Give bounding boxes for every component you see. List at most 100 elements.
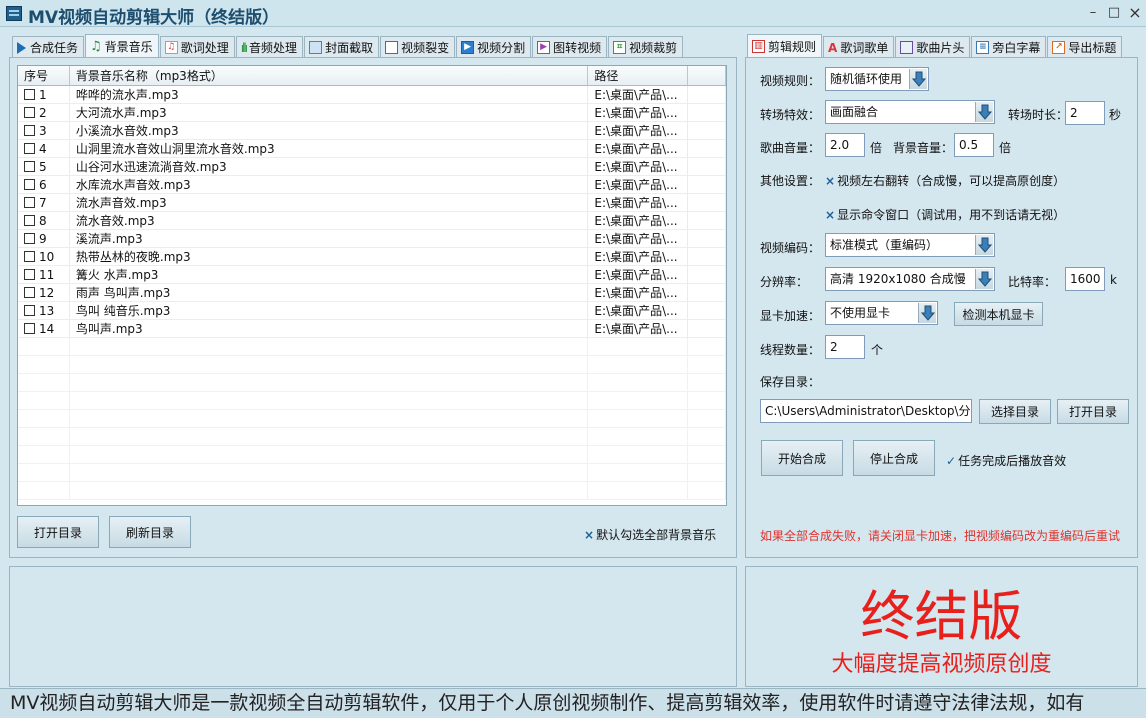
extra-cell: [688, 104, 726, 121]
gpu-acceleration-select[interactable]: 不使用显卡: [825, 301, 938, 325]
extra-cell: [688, 194, 726, 211]
bitrate-input[interactable]: 1600: [1065, 267, 1105, 291]
row-checkbox[interactable]: [24, 143, 35, 154]
play-sound-checkbox[interactable]: ✓ 任务完成后播放音效: [946, 452, 1066, 469]
right-tab-bar: ▥ 剪辑规则 A 歌词歌单 歌曲片头 ≡ 旁白字幕 ↗ 导出标题: [747, 34, 1123, 58]
scrolling-notice: MV视频自动剪辑大师是一款视频全自动剪辑软件，仅用于个人原创视频制作、提高剪辑效…: [0, 688, 1146, 718]
table-row[interactable]: 7 流水声音效.mp3 E:\桌面\产品\...: [18, 194, 726, 212]
row-number-cell: 4: [18, 140, 70, 157]
row-checkbox[interactable]: [24, 161, 35, 172]
music-name-cell: 山洞里流水音效山洞里流水音效.mp3: [70, 140, 589, 157]
tab-narration-subtitle[interactable]: ≡ 旁白字幕: [971, 36, 1047, 58]
row-checkbox[interactable]: [24, 107, 35, 118]
music-name-cell: 热带丛林的夜晚.mp3: [70, 248, 589, 265]
transition-select[interactable]: 画面融合: [825, 100, 995, 124]
table-row[interactable]: 11 篝火 水声.mp3 E:\桌面\产品\...: [18, 266, 726, 284]
tab-lyrics-playlist[interactable]: A 歌词歌单: [823, 36, 895, 58]
tab-background-music[interactable]: ♫ 背景音乐: [85, 34, 159, 58]
row-checkbox[interactable]: [24, 197, 35, 208]
extra-cell: [688, 248, 726, 265]
tab-compose-task[interactable]: 合成任务: [12, 36, 85, 58]
row-checkbox[interactable]: [24, 269, 35, 280]
table-row[interactable]: 2 大河流水声.mp3 E:\桌面\产品\...: [18, 104, 726, 122]
threads-input[interactable]: 2: [825, 335, 865, 359]
song-volume-input[interactable]: 2.0: [825, 133, 865, 157]
dropdown-arrow-icon: [918, 303, 936, 323]
column-header-extra[interactable]: [688, 66, 726, 85]
show-cmd-window-checkbox[interactable]: × 显示命令窗口（调试用，用不到话请无视）: [825, 206, 1065, 223]
tab-cover[interactable]: 封面截取: [304, 36, 380, 58]
row-checkbox[interactable]: [24, 287, 35, 298]
dropdown-arrow-icon: [975, 235, 993, 255]
start-compose-button[interactable]: 开始合成: [761, 440, 843, 476]
row-checkbox[interactable]: [24, 89, 35, 100]
promo-subline: 大幅度提高视频原创度: [831, 652, 1052, 677]
minimize-button[interactable]: –: [1085, 5, 1101, 21]
row-checkbox[interactable]: [24, 215, 35, 226]
crop-icon: ⌗: [613, 41, 627, 54]
music-name-cell: 溪流声.mp3: [70, 230, 589, 247]
video-rule-select[interactable]: 随机循环使用: [825, 67, 929, 91]
music-list[interactable]: 序号 背景音乐名称（mp3格式） 路径 1 哗哗的流水声.mp3 E:\桌面\产品\…: [17, 65, 727, 506]
table-row[interactable]: 5 山谷河水迅速流淌音效.mp3 E:\桌面\产品\...: [18, 158, 726, 176]
select-value: 不使用显卡: [830, 306, 891, 320]
table-row[interactable]: 8 流水音效.mp3 E:\桌面\产品\...: [18, 212, 726, 230]
flip-video-checkbox[interactable]: × 视频左右翻转（合成慢，可以提高原创度）: [825, 172, 1065, 189]
encode-select[interactable]: 标准模式（重编码）: [825, 233, 995, 257]
tab-edit-rules[interactable]: ▥ 剪辑规则: [747, 34, 823, 58]
table-row[interactable]: 1 哗哗的流水声.mp3 E:\桌面\产品\...: [18, 86, 726, 104]
table-row[interactable]: 12 雨声 鸟叫声.mp3 E:\桌面\产品\...: [18, 284, 726, 302]
document-icon: ≡: [976, 41, 990, 54]
detect-gpu-button[interactable]: 检测本机显卡: [954, 302, 1043, 326]
tab-video-crop[interactable]: ⌗ 视频裁剪: [608, 36, 684, 58]
row-number-cell: 11: [18, 266, 70, 283]
music-note-icon: ♫: [90, 39, 102, 54]
row-checkbox[interactable]: [24, 305, 35, 316]
tab-lyrics[interactable]: ♫ 歌词处理: [159, 36, 235, 58]
tab-export-title[interactable]: ↗ 导出标题: [1047, 36, 1123, 58]
refresh-directory-button[interactable]: 刷新目录: [109, 516, 191, 548]
table-row[interactable]: 13 鸟叫 纯音乐.mp3 E:\桌面\产品\...: [18, 302, 726, 320]
table-row[interactable]: 9 溪流声.mp3 E:\桌面\产品\...: [18, 230, 726, 248]
row-checkbox[interactable]: [24, 323, 35, 334]
row-checkbox[interactable]: [24, 251, 35, 262]
column-header-path[interactable]: 路径: [588, 66, 689, 85]
gpu-acceleration-label: 显卡加速：: [760, 309, 821, 323]
choose-directory-button[interactable]: 选择目录: [979, 399, 1051, 424]
stop-compose-button[interactable]: 停止合成: [853, 440, 935, 476]
transition-duration-input[interactable]: 2: [1065, 101, 1105, 125]
threads-unit: 个: [871, 343, 884, 357]
open-save-directory-button[interactable]: 打开目录: [1057, 399, 1129, 424]
maximize-button[interactable]: □: [1106, 5, 1122, 21]
table-row[interactable]: 10 热带丛林的夜晚.mp3 E:\桌面\产品\...: [18, 248, 726, 266]
path-cell: E:\桌面\产品\...: [588, 266, 689, 283]
resolution-label: 分辨率：: [760, 275, 809, 289]
row-checkbox[interactable]: [24, 125, 35, 136]
row-number: 7: [39, 195, 47, 210]
music-name-cell: 流水音效.mp3: [70, 212, 589, 229]
save-directory-input[interactable]: C:\Users\Administrator\Desktop\分割: [760, 399, 972, 423]
tab-audio[interactable]: ıllı 音频处理: [235, 36, 304, 58]
music-name-cell: 鸟叫声.mp3: [70, 320, 589, 337]
row-checkbox[interactable]: [24, 233, 35, 244]
column-header-name[interactable]: 背景音乐名称（mp3格式）: [70, 66, 589, 85]
close-button[interactable]: ×: [1127, 5, 1143, 21]
path-cell: E:\桌面\产品\...: [588, 302, 689, 319]
open-directory-button[interactable]: 打开目录: [17, 516, 99, 548]
tab-song-intro[interactable]: 歌曲片头: [895, 36, 971, 58]
tab-video-fission[interactable]: 视频裂变: [380, 36, 456, 58]
default-select-all-checkbox[interactable]: × 默认勾选全部背景音乐: [584, 526, 716, 543]
bg-volume-input[interactable]: 0.5: [954, 133, 994, 157]
resolution-select[interactable]: 高清 1920x1080 合成慢: [825, 267, 995, 291]
checkbox-label: 任务完成后播放音效: [958, 454, 1067, 468]
column-header-number[interactable]: 序号: [18, 66, 70, 85]
row-checkbox[interactable]: [24, 179, 35, 190]
tab-image-to-video[interactable]: ▶ 图转视频: [532, 36, 608, 58]
table-row[interactable]: 6 水库流水声音效.mp3 E:\桌面\产品\...: [18, 176, 726, 194]
table-row[interactable]: 4 山洞里流水音效山洞里流水音效.mp3 E:\桌面\产品\...: [18, 140, 726, 158]
tab-video-split[interactable]: ▶ 视频分割: [456, 36, 532, 58]
table-row[interactable]: 3 小溪流水音效.mp3 E:\桌面\产品\...: [18, 122, 726, 140]
row-number: 2: [39, 105, 47, 120]
table-row[interactable]: 14 鸟叫声.mp3 E:\桌面\产品\...: [18, 320, 726, 338]
row-number-cell: 1: [18, 86, 70, 103]
